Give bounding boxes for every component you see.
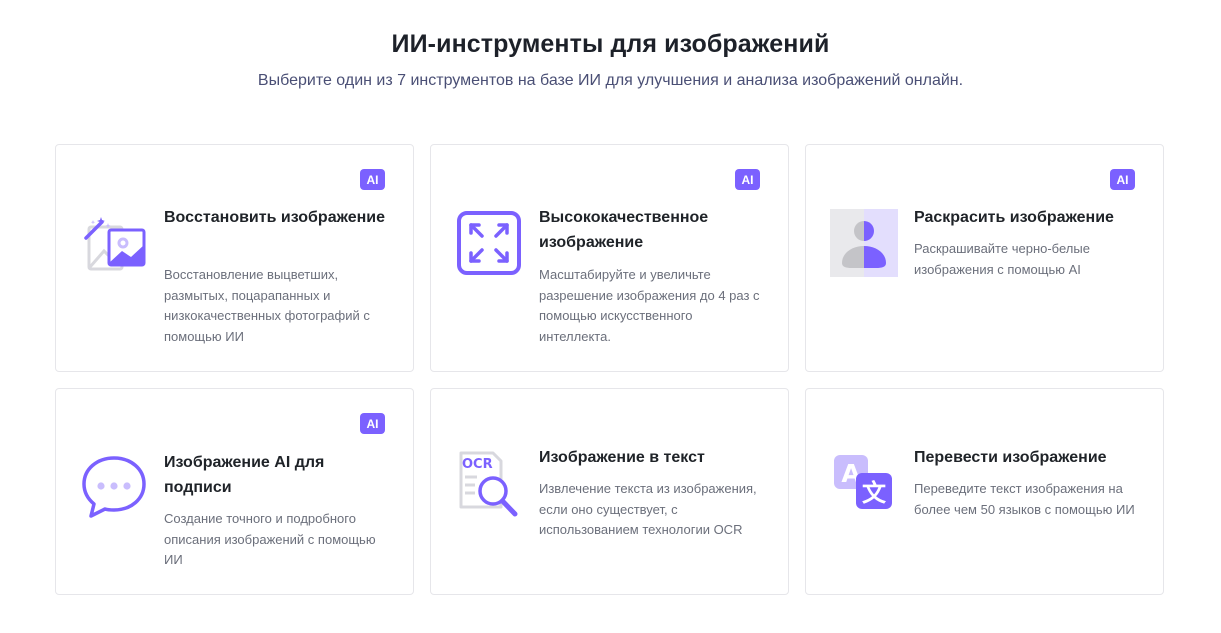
card-title: Высококачественное изображение bbox=[539, 209, 709, 251]
card-title: Перевести изображение bbox=[914, 449, 1107, 466]
card-title: Восстановить изображение bbox=[164, 209, 386, 226]
photo-restore-icon bbox=[80, 213, 148, 281]
card-description: Восстановление выцветших, размытых, поца… bbox=[164, 267, 370, 344]
card-title: Изображение AI для подписи bbox=[164, 454, 325, 496]
ai-badge: AI bbox=[735, 169, 760, 190]
ai-badge: AI bbox=[360, 413, 385, 434]
colorize-icon bbox=[830, 209, 898, 277]
translate-cjk-glyph: 文 bbox=[862, 479, 887, 507]
ocr-label: OCR bbox=[462, 457, 493, 472]
translate-icon: A 文 bbox=[830, 451, 898, 519]
card-title: Изображение в текст bbox=[539, 449, 705, 466]
card-description: Переведите текст изображения на более че… bbox=[914, 481, 1135, 517]
page-title: ИИ-инструменты для изображений bbox=[391, 30, 830, 58]
card-title: Раскрасить изображение bbox=[914, 209, 1114, 226]
ai-badge: AI bbox=[1110, 169, 1135, 190]
card-description: Создание точного и подробного описания и… bbox=[164, 511, 376, 567]
page-subtitle: Выберите один из 7 инструментов на базе … bbox=[257, 72, 964, 89]
card-description: Извлечение текста из изображения, если о… bbox=[539, 481, 757, 537]
caption-icon bbox=[80, 453, 148, 521]
tool-card-translate[interactable]: A 文 Перевести изображение Переведите тек… bbox=[805, 388, 1164, 595]
tool-card-colorize[interactable]: AI Раскрасить изображение Раскрашивайте … bbox=[805, 144, 1164, 372]
card-description: Раскрашивайте черно-белые изображения с … bbox=[914, 241, 1090, 277]
upscale-icon bbox=[455, 209, 523, 277]
ai-badge: AI bbox=[360, 169, 385, 190]
tool-card-caption[interactable]: AI Изображение AI для подписи Создание т… bbox=[55, 388, 414, 595]
ocr-icon: OCR bbox=[455, 451, 523, 519]
tool-card-upscale[interactable]: AI Высококачественное изображение Масшта… bbox=[430, 144, 789, 372]
tool-card-restore[interactable]: AI Восстановить изображение Восстановлен… bbox=[55, 144, 414, 372]
tool-card-ocr[interactable]: OCR Изображение в текст Извлечение текст… bbox=[430, 388, 789, 595]
card-description: Масштабируйте и увеличьте разрешение изо… bbox=[539, 267, 760, 344]
